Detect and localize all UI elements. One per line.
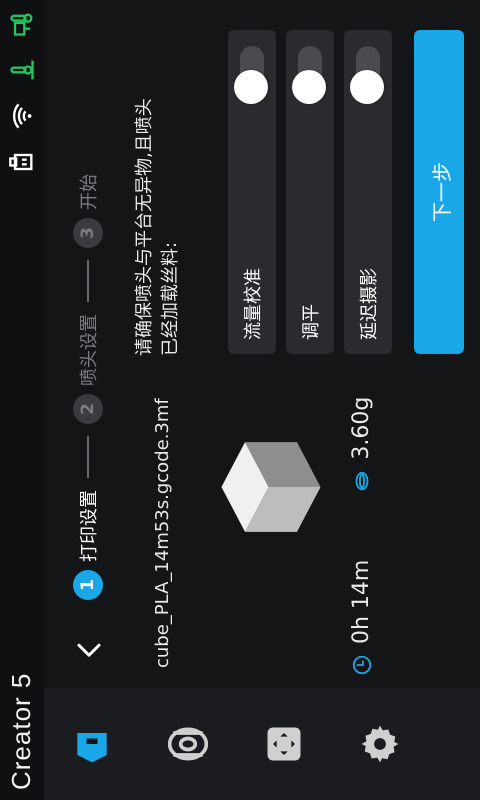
toggle-knob (350, 70, 384, 104)
main-content: 1 打印设置 2 喷头设置 3 开始 cube_PLA_14m53s.gcode… (44, 0, 480, 688)
screen: Creator 5 1 打印设置 2 喷头设置 3 开始 cube_PLA_14… (0, 0, 480, 800)
print-tag-icon (77, 733, 107, 763)
option-leveling: 调平 (286, 30, 334, 354)
usb-icon (9, 153, 33, 171)
bed-thermometer-icon (10, 60, 34, 80)
instruction-text: 请确保喷头与平台无异物,且喷头已经加载丝料: (134, 98, 181, 356)
brand-title: Creator 5 (6, 672, 36, 790)
printer-ui: Creator 5 1 打印设置 2 喷头设置 3 开始 cube_PLA_14… (0, 0, 480, 800)
next-button[interactable]: 下一步 (414, 30, 464, 354)
step-label: 打印设置 (79, 490, 100, 562)
chevron-left-icon[interactable] (74, 634, 104, 664)
status-bar: Creator 5 (0, 0, 44, 800)
settings-gear-icon (361, 725, 399, 763)
step-label: 开始 (79, 174, 100, 210)
step-1: 1 打印设置 (73, 490, 103, 600)
option-label: 流量校准 (243, 268, 264, 340)
estimated-time: 0h 14m (349, 560, 374, 676)
wifi-icon (12, 103, 32, 129)
step-number: 3 (73, 218, 103, 248)
filament-weight: 3.60g (349, 397, 374, 492)
leveling-toggle[interactable] (292, 44, 328, 104)
step-number: 2 (73, 394, 103, 424)
stepper: 1 打印设置 2 喷头设置 3 开始 (68, 174, 108, 600)
step-number: 1 (73, 570, 103, 600)
step-label: 喷头设置 (79, 314, 100, 386)
time-value: 0h 14m (349, 559, 374, 644)
next-button-label: 下一步 (430, 162, 454, 222)
print-meta: 0h 14m 3.60g (349, 397, 374, 676)
step-connector (87, 436, 89, 478)
nav-item-settings[interactable] (332, 688, 428, 800)
clock-icon (352, 655, 371, 675)
nav-item-move[interactable] (236, 688, 332, 800)
step-connector (87, 260, 89, 302)
filament-spool-icon (167, 727, 209, 761)
nav-item-print[interactable] (44, 688, 140, 800)
filament-coil-icon (355, 471, 368, 490)
nozzle-thermometer-icon (10, 13, 33, 36)
left-navigation (44, 688, 480, 800)
option-time-lapse: 延迟摄影 (344, 30, 392, 354)
nav-item-filament[interactable] (140, 688, 236, 800)
options-panel: 流量校准 调平 延迟摄影 下一步 (228, 30, 464, 354)
weight-value: 3.60g (349, 396, 374, 460)
time-lapse-toggle[interactable] (350, 44, 386, 104)
model-preview-cube (221, 442, 321, 532)
option-flow-calibration: 流量校准 (228, 30, 276, 354)
option-label: 延迟摄影 (359, 268, 380, 340)
status-icons (8, 10, 36, 176)
file-name: cube_PLA_14m53s.gcode.3mf (152, 398, 173, 668)
option-label: 调平 (301, 304, 322, 340)
flow-calibration-toggle[interactable] (234, 44, 270, 104)
step-3: 3 开始 (73, 174, 103, 248)
move-control-icon (267, 727, 301, 761)
toggle-knob (234, 70, 268, 104)
toggle-knob (292, 70, 326, 104)
step-2: 2 喷头设置 (73, 314, 103, 424)
